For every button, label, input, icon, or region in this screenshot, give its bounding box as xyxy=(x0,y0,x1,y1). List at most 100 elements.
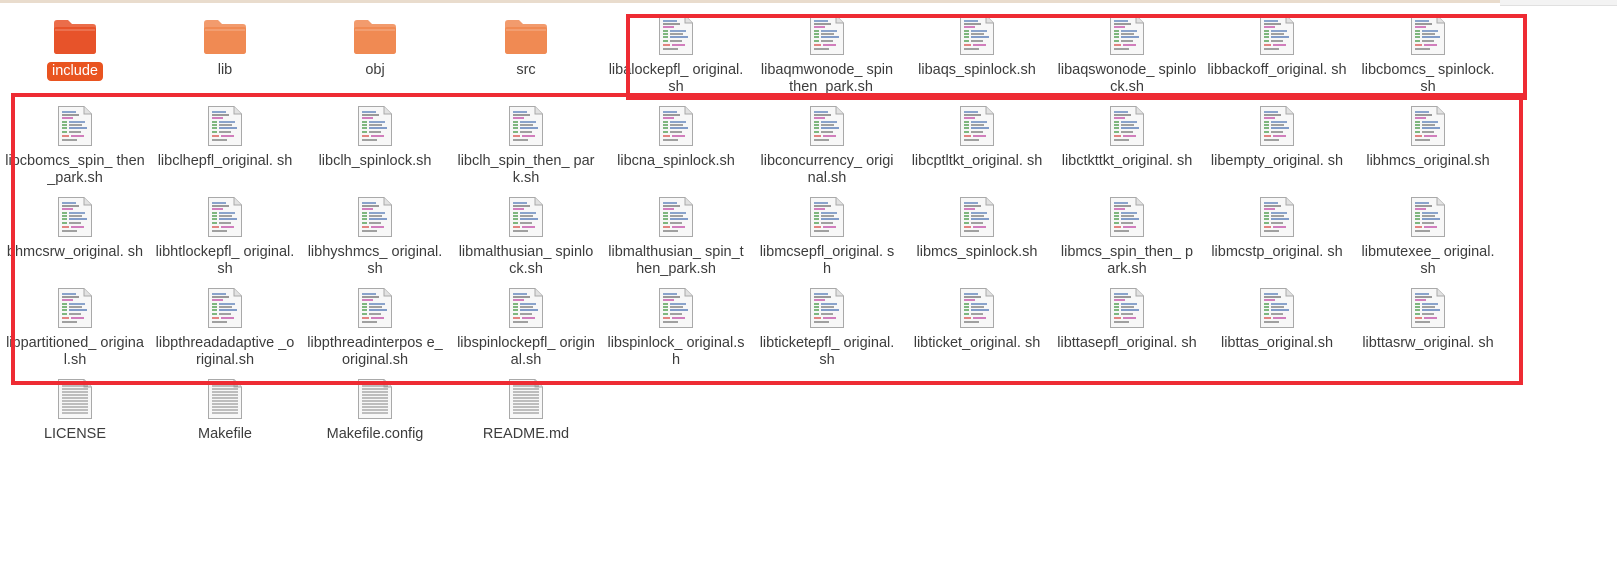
file-label: libalockepfl_ original.sh xyxy=(608,62,744,95)
shell-script-icon xyxy=(809,12,845,56)
file-label: libmutexee_ original.sh xyxy=(1361,244,1495,277)
file-icon-grid: include lib obj src libalockepfl_ original.s… xyxy=(0,0,1617,583)
folder-icon xyxy=(352,12,398,56)
file-label: libaqs_spinlock.sh xyxy=(918,62,1036,78)
file-item[interactable]: Makefile.config xyxy=(305,376,445,443)
folder-item[interactable]: src xyxy=(456,12,596,79)
file-label: Makefile.config xyxy=(326,426,424,442)
file-label: libspinlock_ original.sh xyxy=(607,335,745,368)
file-label: libhmcs_original.sh xyxy=(1366,153,1490,169)
folder-item[interactable]: obj xyxy=(305,12,445,79)
shell-script-icon xyxy=(207,194,243,238)
shell-script-icon xyxy=(959,103,995,147)
file-item[interactable]: libcbomcs_spin_ then_park.sh xyxy=(5,103,145,186)
file-label: src xyxy=(516,62,536,78)
file-item[interactable]: libmalthusian_ spinlock.sh xyxy=(456,194,596,277)
folder-icon xyxy=(503,12,549,56)
file-item[interactable]: libaqmwonode_ spin_then_park.sh xyxy=(757,12,897,95)
file-item[interactable]: libpthreadinterpos e_original.sh xyxy=(305,285,445,368)
file-item[interactable]: libcna_spinlock.sh xyxy=(606,103,746,170)
shell-script-icon xyxy=(658,285,694,329)
file-label: libttasrw_original. sh xyxy=(1362,335,1494,351)
file-label: libhyshmcs_ original.sh xyxy=(307,244,443,277)
shell-script-icon xyxy=(809,194,845,238)
file-label: libspinlockepfl_ original.sh xyxy=(457,335,595,368)
file-label: libcna_spinlock.sh xyxy=(617,153,735,169)
file-item[interactable]: libbackoff_original. sh xyxy=(1207,12,1347,79)
file-item[interactable]: libspinlock_ original.sh xyxy=(606,285,746,368)
shell-script-icon xyxy=(207,285,243,329)
file-label: libclh_spinlock.sh xyxy=(318,153,432,169)
file-item[interactable]: libalockepfl_ original.sh xyxy=(606,12,746,95)
file-item[interactable]: libmcstp_original. sh xyxy=(1207,194,1347,261)
shell-script-icon xyxy=(1259,285,1295,329)
folder-item[interactable]: lib xyxy=(155,12,295,79)
file-label: libhtlockepfl_ original.sh xyxy=(155,244,295,277)
shell-script-icon xyxy=(508,103,544,147)
file-item[interactable]: libaqs_spinlock.sh xyxy=(907,12,1047,79)
file-item[interactable]: LICENSE xyxy=(5,376,145,443)
text-file-icon xyxy=(357,376,393,420)
text-file-icon xyxy=(508,376,544,420)
file-item[interactable]: libctkttkt_original. sh xyxy=(1057,103,1197,170)
file-item[interactable]: libticket_original. sh xyxy=(907,285,1047,352)
shell-script-icon xyxy=(658,12,694,56)
shell-script-icon xyxy=(357,103,393,147)
file-item[interactable]: libmcs_spin_then_ park.sh xyxy=(1057,194,1197,277)
shell-script-icon xyxy=(1109,103,1145,147)
file-item[interactable]: libpthreadadaptive _original.sh xyxy=(155,285,295,368)
file-label: libclh_spin_then_ park.sh xyxy=(457,153,595,186)
shell-script-icon xyxy=(959,285,995,329)
file-item[interactable]: bhmcsrw_original. sh xyxy=(5,194,145,261)
file-item[interactable]: libcptltkt_original. sh xyxy=(907,103,1047,170)
shell-script-icon xyxy=(1259,12,1295,56)
shell-script-icon xyxy=(658,194,694,238)
file-item[interactable]: libclh_spin_then_ park.sh xyxy=(456,103,596,186)
file-label: libmcsepfl_original. sh xyxy=(759,244,895,277)
file-item[interactable]: libttasepfl_original. sh xyxy=(1057,285,1197,352)
file-item[interactable]: Makefile xyxy=(155,376,295,443)
file-item[interactable]: libclhepfl_original. sh xyxy=(155,103,295,170)
shell-script-icon xyxy=(1410,194,1446,238)
file-label: libaqswonode_ spinlock.sh xyxy=(1057,62,1197,95)
text-file-icon xyxy=(207,376,243,420)
shell-script-icon xyxy=(1410,12,1446,56)
file-item[interactable]: libttasrw_original. sh xyxy=(1358,285,1498,352)
shell-script-icon xyxy=(1109,12,1145,56)
shell-script-icon xyxy=(959,194,995,238)
file-label: README.md xyxy=(482,426,570,442)
file-item[interactable]: libclh_spinlock.sh xyxy=(305,103,445,170)
file-label: obj xyxy=(365,62,385,78)
folder-item[interactable]: include xyxy=(5,12,145,81)
shell-script-icon xyxy=(57,285,93,329)
shell-script-icon xyxy=(658,103,694,147)
file-item[interactable]: libempty_original. sh xyxy=(1207,103,1347,170)
file-item[interactable]: README.md xyxy=(456,376,596,443)
shell-script-icon xyxy=(1259,103,1295,147)
file-item[interactable]: libmutexee_ original.sh xyxy=(1358,194,1498,277)
file-label: libticketepfl_ original.sh xyxy=(759,335,895,368)
file-item[interactable]: libspinlockepfl_ original.sh xyxy=(456,285,596,368)
file-label: libcptltkt_original. sh xyxy=(911,153,1043,169)
shell-script-icon xyxy=(1109,285,1145,329)
shell-script-icon xyxy=(809,285,845,329)
file-item[interactable]: libticketepfl_ original.sh xyxy=(757,285,897,368)
shell-script-icon xyxy=(1109,194,1145,238)
shell-script-icon xyxy=(1410,103,1446,147)
file-item[interactable]: libttas_original.sh xyxy=(1207,285,1347,352)
file-item[interactable]: libhmcs_original.sh xyxy=(1358,103,1498,170)
file-item[interactable]: libmalthusian_ spin_then_park.sh xyxy=(606,194,746,277)
file-label: libconcurrency_ original.sh xyxy=(760,153,894,186)
file-item[interactable]: libmcsepfl_original. sh xyxy=(757,194,897,277)
file-item[interactable]: libcbomcs_ spinlock.sh xyxy=(1358,12,1498,95)
file-item[interactable]: libconcurrency_ original.sh xyxy=(757,103,897,186)
file-item[interactable]: libpartitioned_ original.sh xyxy=(5,285,145,368)
file-item[interactable]: libhtlockepfl_ original.sh xyxy=(155,194,295,277)
folder-icon xyxy=(52,12,98,56)
file-label: libcbomcs_ spinlock.sh xyxy=(1361,62,1495,95)
file-item[interactable]: libmcs_spinlock.sh xyxy=(907,194,1047,261)
file-item[interactable]: libaqswonode_ spinlock.sh xyxy=(1057,12,1197,95)
shell-script-icon xyxy=(57,103,93,147)
file-label: Makefile xyxy=(198,426,252,442)
file-item[interactable]: libhyshmcs_ original.sh xyxy=(305,194,445,277)
